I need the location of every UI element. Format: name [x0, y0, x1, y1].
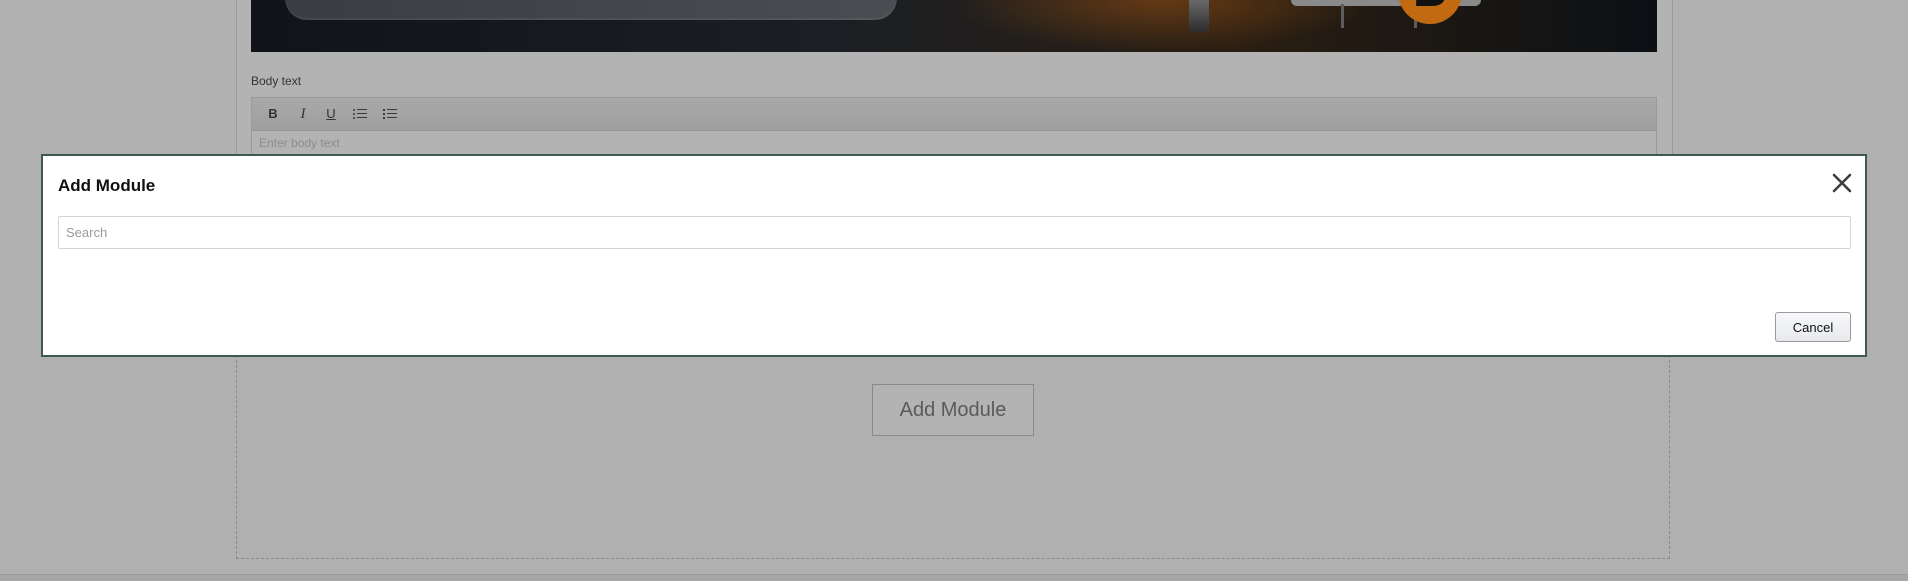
- hero-image: B: [251, 0, 1657, 52]
- body-text-editor[interactable]: B I U Enter body text: [251, 97, 1657, 159]
- cancel-button[interactable]: Cancel: [1775, 312, 1851, 342]
- hero-figure: [1189, 0, 1209, 32]
- add-module-button[interactable]: Add Module: [872, 384, 1034, 436]
- add-module-dialog: Add Module Cancel: [41, 154, 1867, 357]
- underline-button[interactable]: U: [320, 104, 342, 124]
- numbered-list-button[interactable]: [379, 104, 401, 124]
- add-module-drop-zone: [236, 340, 1670, 559]
- dialog-title: Add Module: [58, 176, 156, 195]
- body-text-placeholder: Enter body text: [259, 136, 340, 150]
- hero-glow: [951, 0, 1371, 52]
- italic-button[interactable]: I: [292, 104, 314, 124]
- bold-button[interactable]: B: [262, 104, 284, 124]
- numbered-list-icon: [383, 108, 397, 120]
- bulleted-list-button[interactable]: [349, 104, 371, 124]
- bulleted-list-icon: [353, 108, 367, 120]
- hero-pill-shape: [285, 0, 897, 20]
- close-icon[interactable]: [1830, 171, 1854, 195]
- editor-toolbar: B I U: [252, 98, 1656, 131]
- module-search-input[interactable]: [58, 216, 1851, 249]
- body-text-label: Body text: [251, 74, 302, 88]
- page-footer-bar: [0, 574, 1908, 581]
